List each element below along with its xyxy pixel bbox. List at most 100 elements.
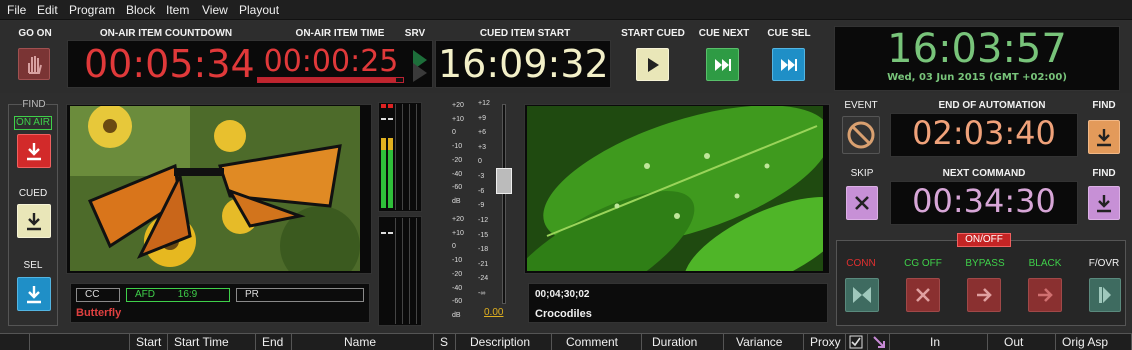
on-off-toggle[interactable]: ON/OFF <box>957 233 1011 247</box>
audio-scale-bottom-tick: +10 <box>452 229 464 237</box>
bypass-label: BYPASS <box>965 258 1005 269</box>
find-on-air-button[interactable] <box>17 134 51 168</box>
download-arrow-icon <box>1097 129 1111 147</box>
menu-edit[interactable]: Edit <box>37 3 58 17</box>
audio-scale-top-tick: -10 <box>452 143 463 151</box>
cg-off-label: CG OFF <box>904 258 942 269</box>
column-name[interactable]: Name <box>292 334 434 350</box>
cg-off-button[interactable] <box>906 278 940 312</box>
event-button[interactable] <box>842 116 880 154</box>
cued-item-title: Crocodiles <box>535 308 592 320</box>
fader-scale-tick: +6 <box>478 129 486 137</box>
column-duration[interactable]: Duration <box>642 334 724 350</box>
f-ovr-button[interactable] <box>1089 278 1121 312</box>
audio-scale-bottom-tick: -10 <box>452 257 463 265</box>
fader-scale-tick: +9 <box>478 114 486 122</box>
item-time-label: ON-AIR ITEM TIME <box>295 28 385 39</box>
hand-icon <box>28 56 42 74</box>
menu-program[interactable]: Program <box>69 3 115 17</box>
skip-button[interactable] <box>846 186 878 220</box>
menu-view[interactable]: View <box>202 3 228 17</box>
column-out[interactable]: Out <box>988 334 1056 350</box>
black-button[interactable] <box>1028 278 1062 312</box>
conn-button[interactable] <box>845 278 879 312</box>
cued-timecode: 00;04;30;02 <box>535 289 590 300</box>
end-automation-label: END OF AUTOMATION <box>938 100 1046 111</box>
srv-indicator-icon <box>413 50 427 82</box>
column-proxy[interactable]: Proxy <box>804 334 846 350</box>
audio-scale-top-tick: +20 <box>452 102 464 109</box>
column-end[interactable]: End <box>256 334 292 350</box>
countdown-value: 00:05:34 <box>84 42 255 86</box>
find-group-label: FIND <box>22 99 46 110</box>
column-description[interactable]: Description <box>456 334 552 350</box>
menu-file[interactable]: File <box>7 3 26 17</box>
item-time-progress-fill <box>258 78 396 82</box>
fader-scale-tick: -15 <box>478 231 489 239</box>
audio-scale-top: +20 +10 0 -10 -20 -40 -60 dB <box>452 102 472 216</box>
close-x-icon <box>916 288 930 302</box>
srv-label: SRV <box>404 28 426 39</box>
menu-playout[interactable]: Playout <box>239 3 279 17</box>
column-start[interactable]: Start <box>130 334 168 350</box>
afd-indicator: AFD 16:9 <box>126 288 230 302</box>
skip-next-icon <box>714 58 731 71</box>
audio-scale-top-tick: +10 <box>452 115 464 123</box>
next-command-label: NEXT COMMAND <box>942 168 1026 179</box>
prohibited-icon <box>847 121 875 149</box>
audio-level-bars <box>381 104 417 324</box>
column-comment[interactable]: Comment <box>552 334 642 350</box>
fader-scale-tick: +3 <box>478 143 486 151</box>
column-orig-asp[interactable]: Orig Asp <box>1056 334 1132 350</box>
pr-label: PR <box>245 289 259 300</box>
column-pointer[interactable] <box>868 334 890 350</box>
sel-label: SEL <box>23 260 43 271</box>
column-s[interactable]: S <box>434 334 456 350</box>
countdown-label: ON-AIR ITEM COUNTDOWN <box>99 28 233 39</box>
audio-scale-top-tick: dB <box>452 198 461 205</box>
menu-block[interactable]: Block <box>126 3 155 17</box>
find-next-command-button[interactable] <box>1088 186 1120 220</box>
arrow-right-icon <box>1038 288 1053 302</box>
audio-scale-top-tick: -20 <box>452 156 463 164</box>
find-sel-button[interactable] <box>17 277 51 311</box>
audio-scale-top-tick: 0 <box>452 129 456 137</box>
audio-scale-bottom-tick: dB <box>452 312 461 319</box>
skip-label: SKIP <box>850 168 874 179</box>
fader-handle[interactable] <box>496 168 512 194</box>
find-end-automation-button[interactable] <box>1088 120 1120 154</box>
close-x-icon <box>855 196 869 210</box>
find-cued-button[interactable] <box>17 204 51 238</box>
go-on-button[interactable] <box>18 48 50 80</box>
leaves-video-preview <box>527 106 823 271</box>
skip-next-icon <box>780 58 797 71</box>
cue-sel-button[interactable] <box>772 48 805 81</box>
start-cued-button[interactable] <box>636 48 669 81</box>
arrow-right-icon <box>977 288 992 302</box>
play-icon <box>647 57 659 72</box>
fader-scale-tick: 0 <box>478 158 482 166</box>
column-blank <box>30 334 130 350</box>
column-start-time[interactable]: Start Time <box>168 334 256 350</box>
column-variance[interactable]: Variance <box>724 334 804 350</box>
fader-scale-tick: -24 <box>478 275 489 283</box>
cued-start-label: CUED ITEM START <box>479 28 571 39</box>
on-air-item-title: Butterfly <box>76 307 122 319</box>
go-on-label: GO ON <box>18 28 52 39</box>
play-bar-icon <box>1099 287 1111 303</box>
column-checkbox[interactable] <box>846 334 868 350</box>
fader-scale-tick: -9 <box>478 202 485 210</box>
clock-date: Wed, 03 Jun 2015 (GMT +02:00) <box>887 72 1067 83</box>
pointer-arrow-icon <box>873 336 885 348</box>
audio-scale-top-tick: -40 <box>452 170 463 178</box>
download-arrow-icon <box>1097 195 1111 213</box>
audio-scale-bottom: +20 +10 0 -10 -20 -40 -60 dB <box>452 216 472 330</box>
conn-label: CONN <box>846 258 876 269</box>
column-in[interactable]: In <box>890 334 988 350</box>
afd-value: 16:9 <box>177 289 198 300</box>
bypass-button[interactable] <box>967 278 1001 312</box>
black-label: BLACK <box>1028 258 1062 269</box>
audio-scale-bottom-tick: -40 <box>452 284 463 292</box>
menu-item[interactable]: Item <box>166 3 189 17</box>
cue-next-button[interactable] <box>706 48 739 81</box>
